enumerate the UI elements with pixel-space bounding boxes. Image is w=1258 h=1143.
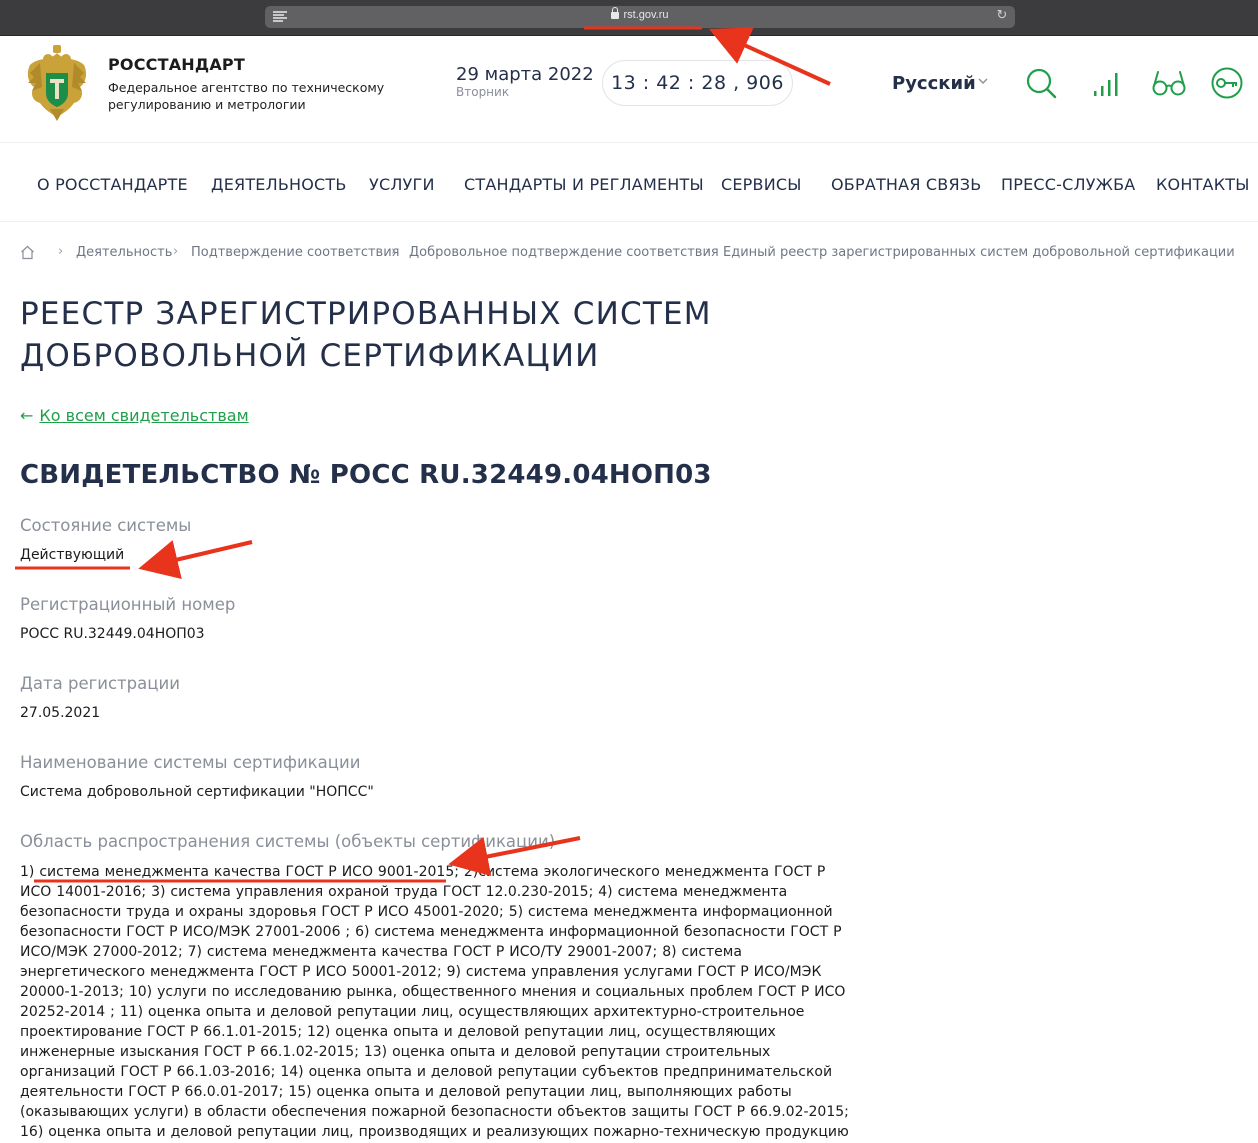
- url-text[interactable]: rst.gov.ru: [265, 7, 1015, 21]
- browser-toolbar: rst.gov.ru ↻: [0, 0, 1258, 36]
- arrow-left-icon: ←: [20, 406, 34, 425]
- chevron-down-icon[interactable]: [978, 76, 988, 86]
- scope-label: Область распространения системы (объекты…: [20, 832, 556, 851]
- reg-number-value: РОСС RU.32449.04НОП03: [20, 626, 205, 642]
- nav-item-contacts[interactable]: КОНТАКТЫ: [1156, 175, 1250, 194]
- status-label: Состояние системы: [20, 516, 192, 535]
- page-title-line-1: РЕЕСТР ЗАРЕГИСТРИРОВАННЫХ СИСТЕМ: [20, 296, 712, 332]
- lock-icon: [611, 7, 620, 19]
- scope-value: 1) система менеджмента качества ГОСТ Р И…: [20, 864, 849, 1140]
- glasses-icon[interactable]: [1152, 66, 1186, 100]
- reg-date-label: Дата регистрации: [20, 674, 180, 693]
- nav-item-services[interactable]: УСЛУГИ: [369, 175, 435, 194]
- back-to-certificates-link[interactable]: ← Ко всем свидетельствам: [20, 406, 249, 425]
- current-weekday: Вторник: [456, 85, 510, 99]
- reg-number-label: Регистрационный номер: [20, 595, 236, 614]
- breadcrumb-item-conformity[interactable]: Подтверждение соответствия: [191, 245, 400, 260]
- org-name[interactable]: РОССТАНДАРТ: [108, 55, 245, 74]
- org-description: Федеральное агентство по техническому ре…: [108, 80, 385, 112]
- breadcrumb-item-registry[interactable]: Единый реестр зарегистрированных систем …: [723, 245, 1235, 260]
- status-arrow-mark: [138, 540, 253, 580]
- home-icon[interactable]: [20, 245, 35, 260]
- site-header: РОССТАНДАРТ Федеральное агентство по тех…: [0, 36, 1258, 142]
- back-link-label: Ко всем свидетельствам: [39, 406, 249, 425]
- page-title: РЕЕСТР ЗАРЕГИСТРИРОВАННЫХ СИСТЕМ ДОБРОВО…: [20, 293, 720, 377]
- reload-icon[interactable]: ↻: [995, 9, 1009, 23]
- main-navigation: О РОССТАНДАРТЕ ДЕЯТЕЛЬНОСТЬ УСЛУГИ СТАНД…: [0, 142, 1258, 222]
- search-icon[interactable]: [1024, 66, 1058, 100]
- nav-item-about[interactable]: О РОССТАНДАРТЕ: [37, 175, 188, 194]
- language-selector[interactable]: Русский: [892, 73, 976, 94]
- address-bar[interactable]: rst.gov.ru ↻: [265, 6, 1015, 28]
- current-date: 29 марта 2022: [456, 64, 594, 85]
- breadcrumb-separator: ›: [173, 244, 179, 259]
- page-title-line-2: ДОБРОВОЛЬНОЙ СЕРТИФИКАЦИИ: [20, 338, 600, 374]
- key-icon[interactable]: [1210, 66, 1244, 100]
- system-name-value: Система добровольной сертификации "НОПСС…: [20, 784, 374, 800]
- clock-display: 13 : 42 : 28 , 906: [602, 60, 793, 106]
- nav-item-activity[interactable]: ДЕЯТЕЛЬНОСТЬ: [211, 175, 347, 194]
- system-name-label: Наименование системы сертификации: [20, 753, 361, 772]
- nav-item-online-services[interactable]: СЕРВИСЫ: [721, 175, 802, 194]
- breadcrumb-separator: ›: [705, 244, 711, 259]
- coat-of-arms-logo[interactable]: [20, 43, 94, 123]
- nav-item-press[interactable]: ПРЕСС-СЛУЖБА: [1001, 175, 1135, 194]
- nav-item-feedback[interactable]: ОБРАТНАЯ СВЯЗЬ: [831, 175, 981, 194]
- breadcrumb-separator: ›: [58, 244, 64, 259]
- reg-date-value: 27.05.2021: [20, 705, 101, 721]
- certificate-title: СВИДЕТЕЛЬСТВО № РОСС RU.32449.04НОП03: [20, 460, 712, 490]
- signal-bars-icon[interactable]: [1090, 66, 1124, 100]
- breadcrumb-item-voluntary[interactable]: Добровольное подтверждение соответствия: [409, 245, 719, 260]
- nav-item-standards[interactable]: СТАНДАРТЫ И РЕГЛАМЕНТЫ: [464, 175, 704, 194]
- breadcrumb-item-activity[interactable]: Деятельность: [76, 245, 172, 260]
- breadcrumb-separator: ›: [391, 244, 397, 259]
- status-value: Действующий: [20, 547, 125, 563]
